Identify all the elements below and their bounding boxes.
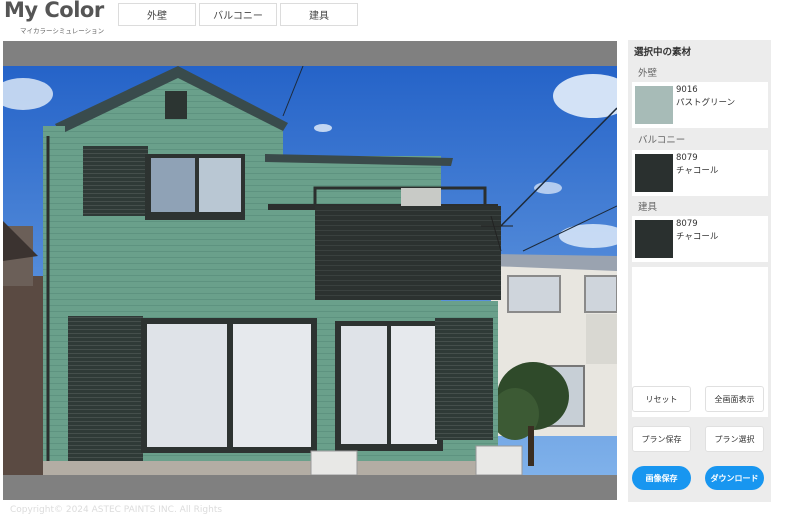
reset-button[interactable]: リセット xyxy=(632,386,691,412)
category-label-wall: 外壁 xyxy=(638,68,658,79)
house-preview xyxy=(3,41,617,500)
category-label-balcony: バルコニー xyxy=(638,135,686,146)
panel-title: 選択中の素材 xyxy=(634,47,692,58)
tab-balcony[interactable]: バルコニー xyxy=(199,3,277,26)
image-save-button[interactable]: 画像保存 xyxy=(632,466,691,490)
app-logo: My Color マイカラーシミュレーション xyxy=(4,0,104,36)
material-code: 9016 xyxy=(676,85,698,95)
fullscreen-button[interactable]: 全画面表示 xyxy=(705,386,764,412)
material-name: チャコール xyxy=(676,166,719,176)
material-item-wall[interactable]: 9016 パストグリーン xyxy=(632,82,768,128)
selected-materials-panel: 選択中の素材 外壁 9016 パストグリーン バルコニー 8079 チャコール … xyxy=(628,40,771,502)
material-code: 8079 xyxy=(676,219,698,229)
copyright-text: Copyright© 2024 ASTEC PAINTS INC. All Ri… xyxy=(10,505,223,515)
logo-title: My Color xyxy=(4,0,104,22)
plan-save-button[interactable]: プラン保存 xyxy=(632,426,691,452)
download-button[interactable]: ダウンロード xyxy=(705,466,764,490)
color-swatch xyxy=(635,220,673,258)
material-item-fittings[interactable]: 8079 チャコール xyxy=(632,216,768,262)
plan-select-button[interactable]: プラン選択 xyxy=(705,426,764,452)
material-item-balcony[interactable]: 8079 チャコール xyxy=(632,150,768,196)
category-label-fittings: 建具 xyxy=(638,202,658,213)
tab-exterior-wall[interactable]: 外壁 xyxy=(118,3,196,26)
category-tabs: 外壁 バルコニー 建具 xyxy=(118,3,358,26)
tab-fittings[interactable]: 建具 xyxy=(280,3,358,26)
color-swatch xyxy=(635,154,673,192)
material-name: チャコール xyxy=(676,232,719,242)
color-swatch xyxy=(635,86,673,124)
house-photo xyxy=(3,66,617,475)
logo-subtitle: マイカラーシミュレーション xyxy=(20,27,105,35)
material-name: パストグリーン xyxy=(676,98,736,108)
material-code: 8079 xyxy=(676,153,698,163)
